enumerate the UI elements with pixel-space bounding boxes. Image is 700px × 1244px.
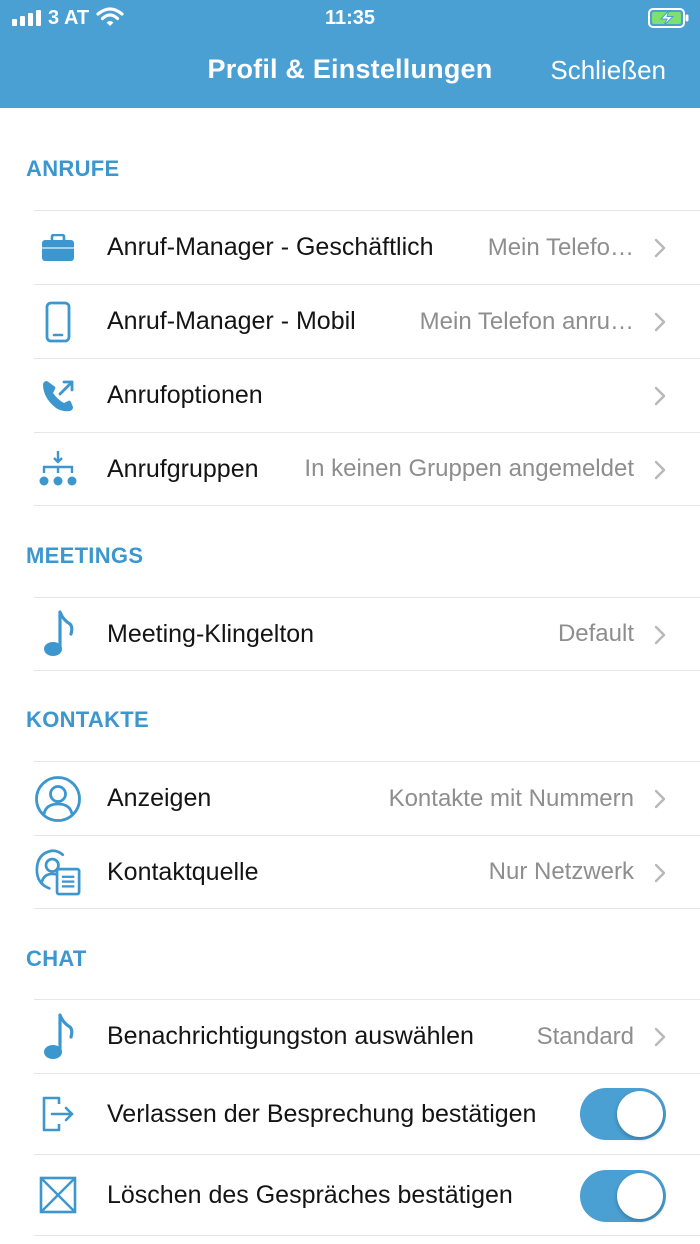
- row-meeting-ringtone[interactable]: Meeting-Klingelton Default: [34, 597, 700, 671]
- delete-box-icon: [34, 1154, 82, 1236]
- status-time: 11:35: [324, 7, 376, 29]
- call-groups-icon: [34, 432, 82, 506]
- row-label: Meeting-Klingelton: [107, 619, 315, 648]
- chevron-right-icon: [654, 312, 666, 332]
- row-confirm-leave-meeting: Verlassen der Besprechung bestätigen: [34, 1073, 700, 1154]
- briefcase-icon: [34, 211, 82, 285]
- row-label: Anruf-Manager - Geschäftlich: [107, 233, 434, 261]
- row-label: Löschen des Gespräches bestätigen: [107, 1180, 513, 1209]
- chevron-right-icon: [654, 386, 666, 406]
- chevron-right-icon: [654, 863, 666, 883]
- confirm-leave-toggle[interactable]: [580, 1088, 666, 1140]
- row-call-manager-business[interactable]: Anruf-Manager - Geschäftlich Mein Telefo…: [34, 210, 700, 284]
- row-label: Anruf-Manager - Mobil: [107, 307, 356, 335]
- row-confirm-delete-conversation: Löschen des Gespräches bestätigen: [34, 1154, 700, 1236]
- chevron-right-icon: [654, 1027, 666, 1047]
- row-contact-source[interactable]: Kontaktquelle Nur Netzwerk: [34, 835, 700, 909]
- battery-charging-icon: [648, 8, 689, 28]
- contact-source-icon: [34, 835, 82, 909]
- chevron-right-icon: [654, 789, 666, 809]
- row-value: Standard: [536, 1022, 634, 1050]
- row-label: Kontaktquelle: [107, 857, 259, 886]
- chevron-right-icon: [654, 625, 666, 645]
- mobile-phone-icon: [34, 285, 82, 359]
- chevron-right-icon: [654, 238, 666, 258]
- row-contacts-display[interactable]: Anzeigen Kontakte mit Nummern: [34, 761, 700, 835]
- exit-icon: [34, 1074, 82, 1155]
- row-label: Benachrichtigungston auswählen: [107, 1022, 474, 1050]
- user-circle-icon: [34, 762, 82, 836]
- toggle-knob: [617, 1173, 663, 1219]
- close-button[interactable]: Schließen: [550, 55, 666, 86]
- row-value: Nur Netzwerk: [488, 858, 634, 885]
- status-bar: 3 AT 11:35: [0, 0, 700, 36]
- call-forward-icon: [34, 359, 82, 433]
- row-label: Anrufgruppen: [107, 454, 259, 483]
- top-bar: 3 AT 11:35 Profil & Einstellungen Schlie…: [0, 0, 700, 108]
- chevron-right-icon: [654, 460, 666, 480]
- row-label: Anrufoptionen: [107, 381, 263, 409]
- row-value: Mein Telefo…: [487, 233, 634, 261]
- section-header-calls: ANRUFE: [26, 156, 120, 181]
- row-call-groups[interactable]: Anrufgruppen In keinen Gruppen angemelde…: [34, 432, 700, 506]
- music-note-icon: [34, 597, 82, 671]
- section-header-chat: CHAT: [26, 946, 87, 971]
- row-label: Anzeigen: [107, 784, 212, 812]
- section-header-meetings: MEETINGS: [26, 543, 144, 568]
- row-call-manager-mobile[interactable]: Anruf-Manager - Mobil Mein Telefon anru…: [34, 284, 700, 358]
- row-call-options[interactable]: Anrufoptionen: [34, 358, 700, 432]
- row-value: Kontakte mit Nummern: [388, 784, 634, 812]
- row-label: Verlassen der Besprechung bestätigen: [107, 1099, 537, 1128]
- music-note-icon: [34, 1000, 82, 1074]
- toggle-knob: [617, 1091, 663, 1137]
- section-header-contacts: KONTAKTE: [26, 707, 149, 732]
- confirm-delete-toggle[interactable]: [580, 1170, 666, 1222]
- row-value: Default: [557, 620, 634, 647]
- row-value: In keinen Gruppen angemeldet: [304, 455, 634, 482]
- row-notification-sound[interactable]: Benachrichtigungston auswählen Standard: [34, 999, 700, 1073]
- row-value: Mein Telefon anru…: [419, 307, 634, 335]
- page-title: Profil & Einstellungen: [207, 54, 493, 84]
